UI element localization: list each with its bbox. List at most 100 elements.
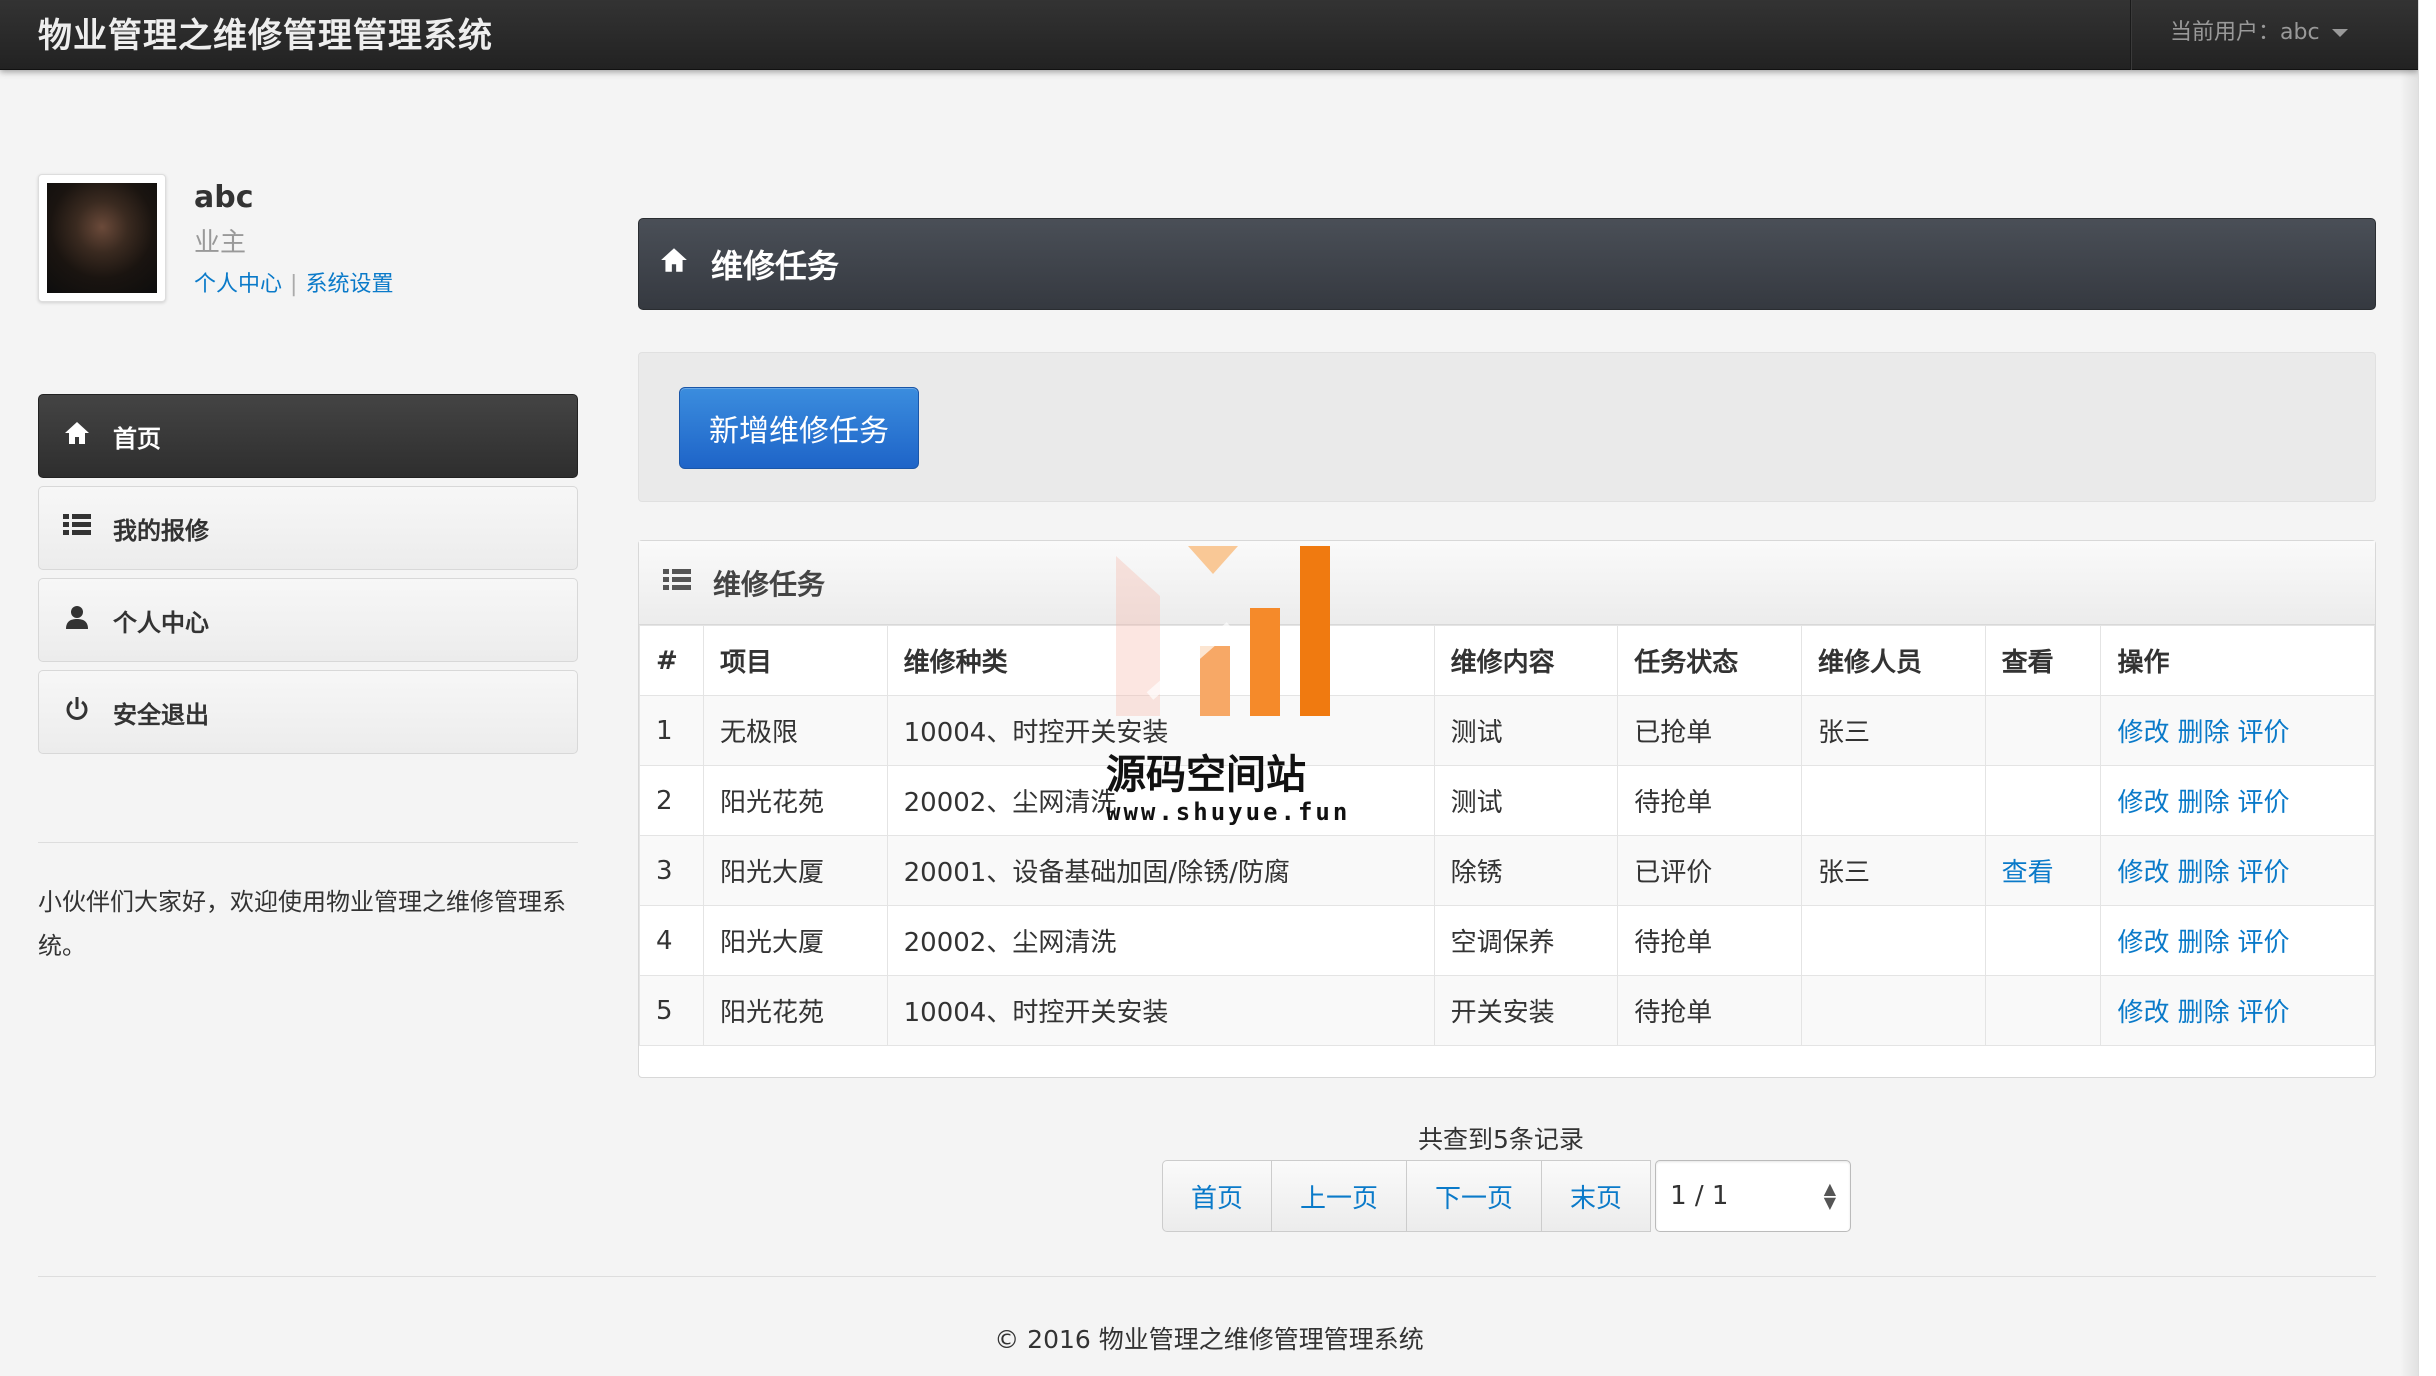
sidebar-item-home[interactable]: 首页 — [38, 394, 578, 478]
sidebar-item-label: 个人中心 — [113, 608, 209, 637]
cell-project: 阳光花苑 — [702, 975, 888, 1046]
cell-category: 20002、尘网清洗 — [886, 905, 1435, 976]
cell-project: 阳光大厦 — [702, 835, 888, 906]
current-user-dropdown[interactable]: 当前用户：abc — [2170, 14, 2348, 46]
sidebar-divider — [38, 842, 578, 843]
column-header: 操作 — [2100, 625, 2375, 696]
cell-no: 2 — [639, 765, 704, 836]
delete-link[interactable]: 删除 — [2177, 858, 2229, 888]
cell-content: 开关安装 — [1433, 975, 1619, 1046]
list-icon — [59, 513, 95, 543]
rate-link[interactable]: 评价 — [2237, 718, 2289, 748]
cell-status: 已评价 — [1617, 835, 1802, 906]
welcome-message: 小伙伴们大家好，欢迎使用物业管理之维修管理系统。 — [38, 888, 566, 960]
table-row: 1 无极限 10004、时控开关安装 测试 已抢单 张三 修改 删除 评价 — [639, 695, 2375, 766]
sidebar-item-personal-center[interactable]: 个人中心 — [38, 578, 578, 662]
select-arrows-icon: ▲ ▼ — [1823, 1179, 1837, 1212]
cell-content: 测试 — [1433, 765, 1619, 836]
cell-ops: 修改 删除 评价 — [2100, 975, 2375, 1046]
footer-divider — [38, 1276, 2376, 1277]
prev-page-button[interactable]: 上一页 — [1271, 1160, 1408, 1232]
profile-links: 个人中心 | 系统设置 — [194, 266, 393, 298]
rate-link[interactable]: 评价 — [2237, 928, 2289, 958]
avatar — [38, 174, 166, 302]
cell-no: 4 — [639, 905, 704, 976]
app-brand[interactable]: 物业管理之维修管理管理系统 — [38, 8, 493, 57]
view-link[interactable]: 查看 — [2002, 858, 2054, 888]
caret-down-icon — [2331, 29, 2348, 37]
cell-content: 除锈 — [1433, 835, 1619, 906]
sidebar-item-my-repairs[interactable]: 我的报修 — [38, 486, 578, 570]
cell-no: 3 — [639, 835, 704, 906]
column-header: 查看 — [1984, 625, 2102, 696]
widget-header: 维修任务 — [639, 541, 2375, 625]
first-page-button[interactable]: 首页 — [1162, 1160, 1273, 1232]
home-icon — [659, 246, 689, 282]
page-title: 维修任务 — [711, 247, 840, 285]
watermark-url: www.shuyue.fun — [1106, 798, 1351, 826]
page-edge-shadow — [2400, 70, 2418, 1376]
edit-link[interactable]: 修改 — [2117, 858, 2169, 888]
user-icon — [59, 604, 95, 636]
sidebar-item-label: 首页 — [113, 424, 161, 453]
cell-ops: 修改 删除 评价 — [2100, 765, 2375, 836]
cell-category: 10004、时控开关安装 — [886, 975, 1435, 1046]
sidebar-item-logout[interactable]: 安全退出 — [38, 670, 578, 754]
column-header: 任务状态 — [1617, 625, 1802, 696]
personal-center-link[interactable]: 个人中心 — [194, 272, 282, 297]
cell-project: 阳光花苑 — [702, 765, 888, 836]
rate-link[interactable]: 评价 — [2237, 788, 2289, 818]
column-header: 维修内容 — [1433, 625, 1619, 696]
page-select-value: 1 / 1 — [1670, 1181, 1729, 1211]
avatar-image — [47, 183, 157, 293]
repair-task-widget: 维修任务 # 项目 维修种类 维修内容 任务状态 维修人员 查看 操作 1 无极… — [638, 540, 2376, 1078]
cell-view — [1984, 695, 2102, 766]
cell-ops: 修改 删除 评价 — [2100, 835, 2375, 906]
cell-content: 测试 — [1433, 695, 1619, 766]
page-select[interactable]: 1 / 1 ▲ ▼ — [1655, 1160, 1852, 1232]
rate-link[interactable]: 评价 — [2237, 858, 2289, 888]
system-settings-link[interactable]: 系统设置 — [305, 272, 393, 297]
repair-task-table: # 项目 维修种类 维修内容 任务状态 维修人员 查看 操作 1 无极限 100… — [639, 625, 2375, 1046]
power-icon — [59, 696, 95, 728]
cell-ops: 修改 删除 评价 — [2100, 695, 2375, 766]
cell-worker — [1800, 975, 1986, 1046]
table-row: 3 阳光大厦 20001、设备基础加固/除锈/防腐 除锈 已评价 张三 查看 修… — [639, 835, 2375, 906]
delete-link[interactable]: 删除 — [2177, 718, 2229, 748]
profile-role: 业主 — [194, 228, 247, 258]
table-row: 5 阳光花苑 10004、时控开关安装 开关安装 待抢单 修改 删除 评价 — [639, 975, 2375, 1046]
delete-link[interactable]: 删除 — [2177, 998, 2229, 1028]
edit-link[interactable]: 修改 — [2117, 998, 2169, 1028]
cell-worker — [1800, 765, 1986, 836]
add-repair-task-button[interactable]: 新增维修任务 — [679, 387, 919, 469]
cell-status: 已抢单 — [1617, 695, 1802, 766]
cell-ops: 修改 删除 评价 — [2100, 905, 2375, 976]
navbar-divider — [2130, 0, 2132, 70]
last-page-button[interactable]: 末页 — [1541, 1160, 1652, 1232]
cell-view: 查看 — [1984, 835, 2102, 906]
rate-link[interactable]: 评价 — [2237, 998, 2289, 1028]
watermark-text: 源码空间站 — [1106, 752, 1306, 798]
scrollbar-track[interactable] — [2418, 0, 2436, 1376]
edit-link[interactable]: 修改 — [2117, 788, 2169, 818]
cell-no: 5 — [639, 975, 704, 1046]
cell-content: 空调保养 — [1433, 905, 1619, 976]
table-row: 4 阳光大厦 20002、尘网清洗 空调保养 待抢单 修改 删除 评价 — [639, 905, 2375, 976]
cell-view — [1984, 905, 2102, 976]
page-header: 维修任务 — [638, 218, 2376, 310]
delete-link[interactable]: 删除 — [2177, 788, 2229, 818]
cell-status: 待抢单 — [1617, 905, 1802, 976]
column-header: # — [639, 625, 704, 696]
edit-link[interactable]: 修改 — [2117, 718, 2169, 748]
column-header: 项目 — [702, 625, 888, 696]
delete-link[interactable]: 删除 — [2177, 928, 2229, 958]
cell-category: 20001、设备基础加固/除锈/防腐 — [886, 835, 1435, 906]
cell-project: 阳光大厦 — [702, 905, 888, 976]
footer-copyright: © 2016 物业管理之维修管理管理系统 — [994, 1325, 1424, 1354]
edit-link[interactable]: 修改 — [2117, 928, 2169, 958]
record-count: 共查到5条记录 — [1418, 1125, 1584, 1154]
home-icon — [59, 420, 95, 452]
column-header: 维修人员 — [1800, 625, 1986, 696]
next-page-button[interactable]: 下一页 — [1406, 1160, 1543, 1232]
table-header-row: # 项目 维修种类 维修内容 任务状态 维修人员 查看 操作 — [639, 625, 2375, 696]
